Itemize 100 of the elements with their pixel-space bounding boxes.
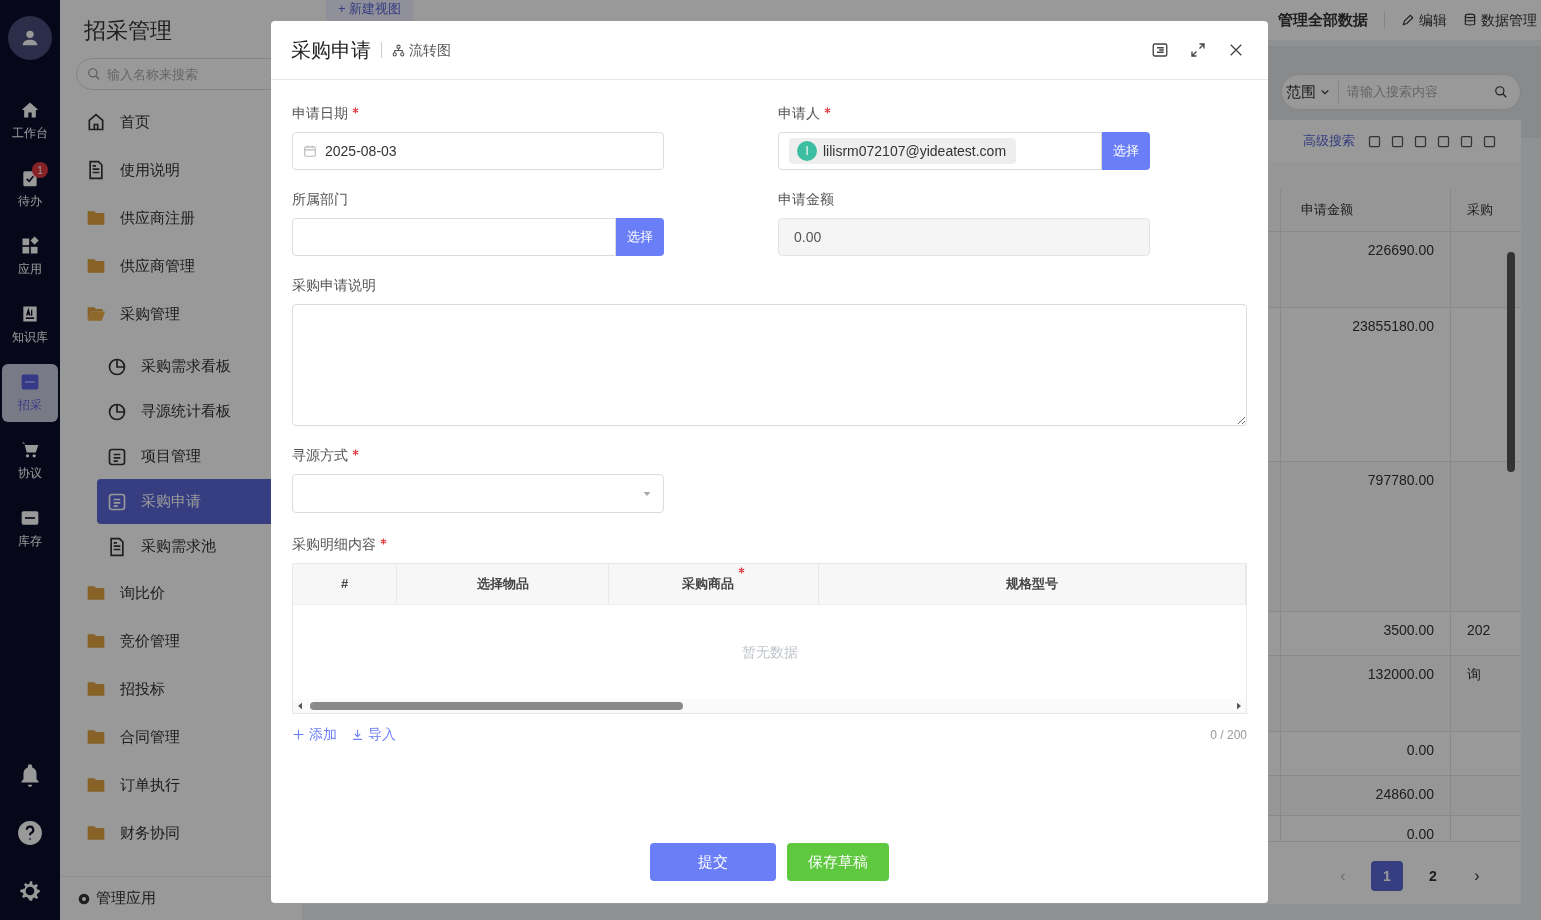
- sidebar-item[interactable]: 招投标: [60, 665, 302, 713]
- sidebar-item[interactable]: 询比价: [60, 569, 302, 617]
- folder-icon: [86, 631, 106, 651]
- document-icon: [86, 160, 106, 180]
- outline-icon: [1151, 41, 1169, 59]
- field-label: 申请人: [778, 103, 820, 123]
- scrollbar-thumb[interactable]: [310, 702, 683, 710]
- advanced-search-link[interactable]: 高级搜索: [1303, 131, 1355, 151]
- field-label: 采购明细内容: [292, 534, 376, 554]
- scope-dropdown[interactable]: 范围: [1286, 80, 1339, 104]
- field-label: 申请金额: [778, 189, 834, 209]
- database-icon: [1463, 13, 1477, 27]
- flow-chart-link[interactable]: 流转图: [392, 39, 451, 61]
- clipboard-check-icon: [20, 168, 40, 188]
- document-icon: [107, 536, 127, 557]
- hierarchy-icon: [392, 43, 405, 57]
- pie-chart-icon: [107, 356, 127, 377]
- table-cell: 24860.00: [1280, 776, 1450, 815]
- form-icon: [107, 446, 127, 467]
- help-icon: [17, 820, 43, 846]
- date-field[interactable]: 2025-08-03: [292, 132, 664, 170]
- scrollbar-thumb[interactable]: [1507, 252, 1515, 472]
- select-button[interactable]: 选择: [616, 218, 664, 256]
- download-icon: [351, 728, 364, 741]
- folder-icon: [86, 823, 106, 843]
- field-label: 申请日期: [292, 103, 348, 123]
- description-field[interactable]: [292, 304, 1247, 426]
- column-header: 选择物品: [476, 575, 529, 594]
- page-button[interactable]: 1: [1371, 861, 1403, 891]
- calendar-icon: [303, 144, 317, 158]
- column-header: 采购: [1450, 189, 1505, 231]
- sidebar-item[interactable]: 采购需求看板: [97, 344, 302, 389]
- home-icon: [20, 100, 40, 120]
- field-label: 寻源方式: [292, 445, 348, 465]
- table-cell: 132000.00: [1280, 656, 1450, 731]
- folder-icon: [86, 679, 106, 699]
- pencil-icon: [1401, 13, 1415, 27]
- page-heading: 管理全部数据: [1278, 9, 1368, 30]
- scroll-left-icon: [296, 702, 304, 710]
- scroll-right-icon: [1235, 702, 1243, 710]
- expand-icon: [1189, 41, 1207, 59]
- settings-icon: [17, 878, 43, 904]
- department-field[interactable]: [292, 218, 616, 256]
- sidebar-title: 招采管理: [84, 18, 172, 43]
- search-icon: [1494, 85, 1508, 99]
- table-cell: 226690.00: [1280, 232, 1450, 307]
- next-page-button[interactable]: ›: [1463, 864, 1491, 888]
- edit-button[interactable]: 编辑: [1401, 9, 1447, 31]
- rail-item[interactable]: 工作台: [2, 92, 58, 150]
- table-cell: 797780.00: [1280, 462, 1450, 611]
- plus-icon: [292, 728, 305, 741]
- select-button[interactable]: 选择: [1102, 132, 1150, 170]
- ai-book-icon: [20, 304, 40, 324]
- table-cell: 23855180.00: [1280, 308, 1450, 461]
- new-view-button[interactable]: + 新建视图: [326, 0, 414, 22]
- import-button[interactable]: 导入: [351, 724, 396, 745]
- table-cell: 0.00: [1280, 816, 1450, 841]
- table-cell: 202: [1467, 622, 1491, 638]
- cart-icon: [20, 440, 40, 460]
- sidebar-item[interactable]: 财务协同: [60, 809, 302, 857]
- dialog-title: 采购申请: [291, 38, 371, 63]
- rail-item[interactable]: 应用: [2, 228, 58, 286]
- rail-item[interactable]: 知识库: [2, 296, 58, 354]
- folder-icon: [86, 208, 106, 228]
- folder-icon: [86, 256, 106, 276]
- avatar[interactable]: [8, 16, 52, 60]
- page-button[interactable]: 2: [1417, 861, 1449, 891]
- rail-item[interactable]: 库存: [2, 500, 58, 558]
- table-cell: 询: [1467, 666, 1481, 682]
- table-cell: 3500.00: [1280, 612, 1450, 655]
- home-outline-icon: [86, 112, 106, 132]
- sidebar-item[interactable]: 寻源统计看板: [97, 389, 302, 434]
- folder-open-icon: [86, 304, 106, 324]
- sidebar-item[interactable]: 竞价管理: [60, 617, 302, 665]
- sourcing-method-dropdown[interactable]: [292, 474, 664, 513]
- submit-button[interactable]: 提交: [650, 843, 776, 881]
- amount-field[interactable]: 0.00: [778, 218, 1150, 256]
- column-header: 申请金额: [1280, 189, 1450, 231]
- user-chip[interactable]: l lilisrm072107@yideatest.com: [789, 138, 1017, 164]
- folder-icon: [86, 583, 106, 603]
- column-header: 采购商品: [682, 575, 734, 594]
- form-icon: [107, 491, 127, 512]
- data-manage-button[interactable]: 数据管理: [1463, 9, 1537, 31]
- notification-badge: 1: [32, 162, 48, 178]
- folder-icon: [86, 775, 106, 795]
- table-cell: 0.00: [1280, 732, 1450, 775]
- field-label: 采购申请说明: [292, 275, 376, 295]
- column-header: 规格型号: [1006, 575, 1058, 594]
- rail-item[interactable]: 协议: [2, 432, 58, 490]
- folder-icon: [86, 727, 106, 747]
- chevron-down-icon: [1320, 87, 1330, 97]
- search-icon: [87, 67, 101, 81]
- column-header: #: [340, 575, 349, 594]
- rail-item[interactable]: 待办 1: [2, 160, 58, 218]
- sidebar-item[interactable]: 订单执行: [60, 761, 302, 809]
- row-counter: 0 / 200: [1210, 726, 1247, 744]
- pie-chart-icon: [107, 401, 127, 422]
- apps-grid-icon: [20, 236, 40, 256]
- user-avatar: l: [797, 141, 817, 161]
- empty-message: 暂无数据: [741, 642, 798, 662]
